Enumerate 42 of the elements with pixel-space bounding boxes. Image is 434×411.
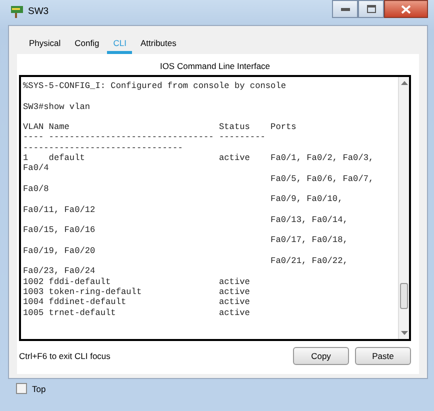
console-line: Fa0/13, Fa0/14,: [270, 214, 349, 226]
tab[interactable]: Physical: [23, 36, 67, 54]
console-line: -------------------------------: [23, 142, 184, 154]
tab[interactable]: Config: [68, 36, 106, 54]
console-line: Fa0/23, Fa0/24: [23, 266, 96, 277]
console-line: Fa0/11, Fa0/12: [23, 204, 96, 215]
console-line: 1005 trnet-default active: [23, 308, 251, 318]
minimize-icon: [340, 8, 350, 10]
maximize-icon: [366, 5, 376, 13]
switch-icon: [10, 4, 24, 18]
console-line: Fa0/4: [23, 163, 50, 174]
close-icon: [401, 4, 411, 14]
console-line: Fa0/9, Fa0/10,: [270, 194, 344, 205]
console-line: 1003 token-ring-default active: [23, 286, 251, 298]
action-button[interactable]: Copy: [293, 347, 349, 365]
cli-heading: IOS Command Line Interface: [158, 60, 272, 73]
console-line: 1004 fddinet-default active: [23, 297, 251, 308]
window-title: SW3: [28, 6, 50, 16]
console-line: Fa0/17, Fa0/18,: [270, 235, 349, 246]
scroll-down-icon: [400, 331, 408, 335]
console-line: Fa0/19, Fa0/20: [23, 246, 96, 256]
close-button[interactable]: [384, 0, 428, 18]
console-line: 1 default active Fa0/1, Fa0/2, Fa0/3,: [23, 153, 375, 164]
minimize-button[interactable]: [332, 0, 358, 18]
console-line: VLAN Name Status Ports: [23, 121, 298, 132]
console-line: SW3#show vlan: [23, 100, 92, 112]
console-line: Fa0/15, Fa0/16: [23, 225, 96, 236]
checkbox-label: Top: [32, 384, 46, 394]
scroll-up-icon: [400, 81, 408, 85]
console-line: Fa0/21, Fa0/22,: [270, 256, 349, 266]
console-line: ---- -------------------------------- ---------: [23, 132, 266, 143]
tab[interactable]: Attributes: [134, 36, 182, 54]
console-line: %SYS-5-CONFIG_I: Configured from console by console: [23, 81, 288, 92]
scrollbar[interactable]: [398, 77, 409, 339]
console-line: Fa0/5, Fa0/6, Fa0/7,: [270, 174, 375, 184]
action-button[interactable]: Paste: [355, 347, 411, 365]
maximize-button[interactable]: [358, 0, 384, 18]
console-line: Fa0/8: [23, 184, 50, 194]
console-line: 1002 fddi-default active: [23, 276, 251, 287]
focus-hint: Ctrl+F6 to exit CLI focus: [19, 351, 112, 361]
checkbox[interactable]: [16, 383, 27, 394]
scrollbar-thumb[interactable]: [400, 283, 408, 309]
